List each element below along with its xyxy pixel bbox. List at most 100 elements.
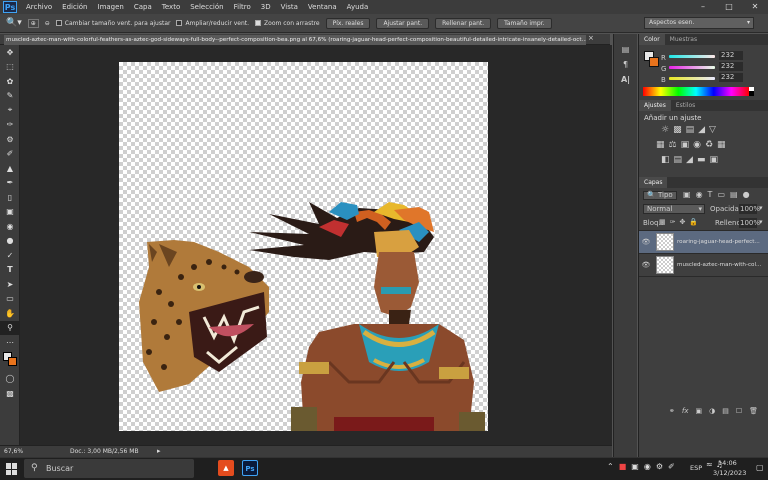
zoom-out-icon[interactable]: ⊖ — [45, 20, 50, 27]
photo-filter-icon[interactable]: ◉ — [693, 140, 701, 150]
workspace-select[interactable]: Aspectos esen. ▾ — [644, 17, 754, 29]
vibrance-icon[interactable]: ▽ — [709, 125, 716, 135]
resize-windows-checkbox[interactable]: Cambiar tamaño vent. para ajustar — [55, 20, 170, 27]
eye-icon[interactable]: 👁 — [639, 238, 653, 246]
language-indicator[interactable]: ESP — [690, 464, 702, 472]
eyedropper-tool-icon[interactable]: ✑ — [0, 118, 20, 133]
zoom-all-checkbox[interactable]: Ampliar/reducir vent. — [176, 20, 249, 27]
character-panel-icon[interactable]: A| — [614, 72, 637, 87]
shape-tool-icon[interactable]: ▭ — [0, 292, 20, 307]
fill-screen-button[interactable]: Rellenar pant. — [435, 17, 492, 29]
tab-swatches[interactable]: Muestras — [665, 34, 702, 45]
quick-select-tool-icon[interactable]: ✎ — [0, 89, 20, 104]
r-input[interactable]: 232 — [719, 51, 743, 60]
menu-archivo[interactable]: Archivo — [21, 3, 57, 11]
color-balance-icon[interactable]: ⚖ — [669, 140, 677, 150]
black-swatch[interactable] — [749, 91, 754, 96]
hue-saturation-icon[interactable]: ▦ — [656, 140, 665, 150]
history-panel-icon[interactable]: ▤ — [614, 42, 637, 57]
crop-tool-icon[interactable]: ⌖ — [0, 103, 20, 118]
g-input[interactable]: 232 — [719, 62, 743, 71]
paragraph-panel-icon[interactable]: ¶ — [614, 57, 637, 72]
photoshop-taskbar-icon[interactable]: Ps — [242, 460, 258, 476]
blend-mode-select[interactable]: Normal ▾ — [643, 204, 705, 214]
new-group-icon[interactable]: ▤ — [722, 407, 729, 415]
print-size-button[interactable]: Tamaño impr. — [497, 17, 552, 29]
tab-styles[interactable]: Estilos — [671, 100, 700, 111]
lock-position-icon[interactable]: ✥ — [680, 218, 686, 226]
menu-3d[interactable]: 3D — [256, 3, 276, 11]
eye-icon[interactable]: 👁 — [639, 261, 653, 269]
tray-app-icon[interactable]: ■ — [619, 462, 627, 471]
zoom-in-icon[interactable]: ⊕ — [27, 18, 39, 28]
eraser-tool-icon[interactable]: ▯ — [0, 190, 20, 205]
menu-seleccion[interactable]: Selección — [185, 3, 228, 11]
layer-name[interactable]: roaring-jaguar-head-perfect... — [677, 239, 760, 245]
b-input[interactable]: 232 — [719, 73, 743, 82]
move-tool-icon[interactable]: ✥ — [0, 45, 20, 60]
lasso-tool-icon[interactable]: ✿ — [0, 74, 20, 89]
gradient-tool-icon[interactable]: ▣ — [0, 205, 20, 220]
menu-ventana[interactable]: Ventana — [303, 3, 342, 11]
maximize-button[interactable]: □ — [716, 0, 742, 14]
windows-start-icon[interactable] — [6, 463, 18, 475]
lock-pixels-icon[interactable]: ✑ — [670, 218, 676, 226]
curves-icon[interactable]: ▤ — [686, 125, 695, 135]
gradient-map-icon[interactable]: ▬ — [697, 155, 706, 165]
tab-layers[interactable]: Capas — [639, 177, 668, 188]
type-tool-icon[interactable]: T — [0, 263, 20, 278]
tab-adjustments[interactable]: Ajustes — [639, 100, 671, 111]
taskbar-search[interactable]: ⚲ Buscar — [24, 459, 194, 478]
lock-transparent-icon[interactable]: ▦ — [659, 218, 666, 226]
status-menu-arrow-icon[interactable]: ▸ — [157, 447, 161, 455]
pixel-filter-icon[interactable]: ▣ — [683, 190, 691, 199]
color-swatch-icon[interactable] — [0, 350, 20, 372]
type-filter-icon[interactable]: T — [708, 190, 713, 199]
quick-mask-icon[interactable]: ◯ — [0, 372, 20, 387]
fit-screen-button[interactable]: Ajustar pant. — [376, 17, 430, 29]
layer-name[interactable]: muscled-aztec-man-with-col... — [677, 262, 761, 268]
tray-app-icon-4[interactable]: ⚙ — [656, 462, 663, 471]
g-slider[interactable] — [669, 66, 715, 69]
lock-all-icon[interactable]: 🔒 — [689, 218, 698, 226]
brave-browser-icon[interactable]: ▲ — [218, 460, 234, 476]
more-tools-icon[interactable]: ⋯ — [0, 335, 20, 350]
close-button[interactable]: ✕ — [742, 0, 768, 14]
healing-tool-icon[interactable]: ⚙ — [0, 132, 20, 147]
brush-tool-icon[interactable]: ✐ — [0, 147, 20, 162]
color-spectrum[interactable] — [643, 87, 749, 96]
clock-time[interactable]: 14:06 — [718, 459, 737, 467]
chevron-up-icon[interactable]: ⌃ — [607, 462, 614, 471]
hand-tool-icon[interactable]: ✋ — [0, 306, 20, 321]
link-layers-icon[interactable]: ⚭ — [669, 407, 675, 415]
menu-filtro[interactable]: Filtro — [229, 3, 256, 11]
tray-app-icon-3[interactable]: ◉ — [644, 462, 651, 471]
stamp-tool-icon[interactable]: ▲ — [0, 161, 20, 176]
r-slider[interactable] — [669, 55, 715, 58]
menu-ayuda[interactable]: Ayuda — [342, 3, 374, 11]
invert-icon[interactable]: ◧ — [661, 155, 670, 165]
notifications-icon[interactable]: ▢ — [756, 463, 764, 472]
tray-app-icon-2[interactable]: ▣ — [631, 462, 639, 471]
brightness-icon[interactable]: ☼ — [661, 125, 669, 135]
fill-arrow-icon[interactable]: ▾ — [759, 218, 763, 226]
aztec-warrior-image[interactable] — [249, 202, 485, 431]
layer-row[interactable]: 👁 roaring-jaguar-head-perfect... — [639, 231, 768, 254]
posterize-icon[interactable]: ▤ — [674, 155, 683, 165]
pen-tool-icon[interactable]: ✓ — [0, 248, 20, 263]
tab-color[interactable]: Color — [639, 34, 665, 45]
dodge-tool-icon[interactable]: ● — [0, 234, 20, 249]
new-adjustment-icon[interactable]: ◑ — [709, 407, 715, 415]
wifi-icon[interactable]: ≈ — [706, 460, 713, 469]
zoom-tool-icon[interactable]: 🔍▾ — [6, 18, 22, 28]
menu-vista[interactable]: Vista — [276, 3, 303, 11]
layer-style-icon[interactable]: fx — [682, 407, 689, 415]
opacity-arrow-icon[interactable]: ▾ — [759, 204, 763, 212]
menu-capa[interactable]: Capa — [129, 3, 157, 11]
delete-layer-icon[interactable]: 🗑 — [749, 407, 758, 415]
document-canvas[interactable] — [119, 62, 488, 431]
pen-icon[interactable]: ✐ — [668, 462, 675, 471]
selective-color-icon[interactable]: ▣ — [709, 155, 718, 165]
b-slider[interactable] — [669, 77, 715, 80]
actual-pixels-button[interactable]: Píx. reales — [325, 17, 371, 29]
